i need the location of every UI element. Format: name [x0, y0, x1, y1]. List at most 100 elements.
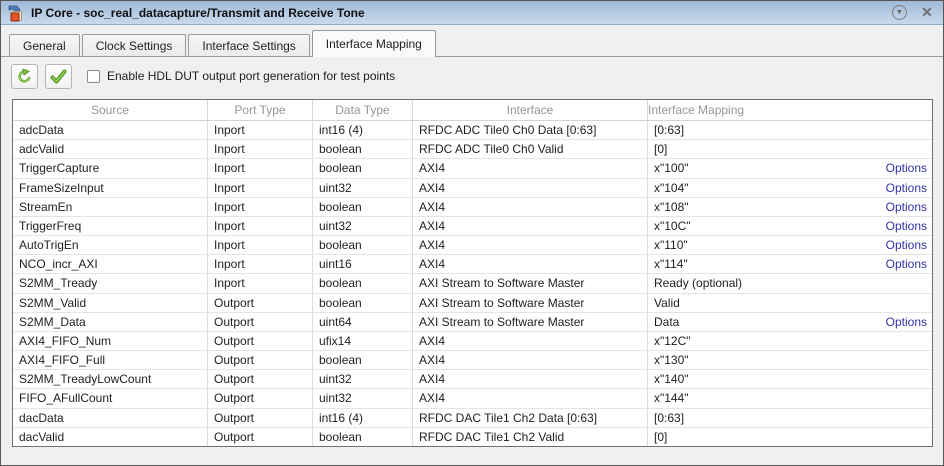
- cell-interface: AXI4: [413, 198, 648, 216]
- options-link[interactable]: Options: [886, 219, 927, 233]
- tab-clock-settings[interactable]: Clock Settings: [82, 34, 187, 56]
- table-row[interactable]: adcValidInportbooleanRFDC ADC Tile0 Ch0 …: [13, 140, 932, 159]
- cell-port-type: Outport: [208, 332, 313, 350]
- cell-interface-mapping: x"10C"Options: [648, 217, 932, 235]
- cell-source: S2MM_Valid: [13, 294, 208, 312]
- mapping-value: x"114": [654, 257, 688, 271]
- cell-interface: AXI4: [413, 217, 648, 235]
- table-row[interactable]: StreamEnInportbooleanAXI4 x"108" Options: [13, 198, 932, 217]
- cell-interface: AXI4: [413, 179, 648, 197]
- cell-interface: AXI4: [413, 351, 648, 369]
- options-link[interactable]: Options: [886, 315, 927, 329]
- ip-core-icon: [7, 4, 25, 22]
- table-row[interactable]: AXI4_FIFO_NumOutportufix14AXI4x"12C": [13, 332, 932, 351]
- cell-data-type: ufix14: [313, 332, 413, 350]
- table-row[interactable]: FrameSizeInputInportuint32AXI4x"104"Opti…: [13, 179, 932, 198]
- options-link[interactable]: Options: [886, 257, 927, 271]
- mapping-value: x"144": [654, 391, 689, 405]
- cell-interface: RFDC DAC Tile1 Ch2 Data [0:63]: [413, 409, 648, 427]
- cell-source: AutoTrigEn: [13, 236, 208, 254]
- table-row[interactable]: dacValidOutportbooleanRFDC DAC Tile1 Ch2…: [13, 428, 932, 446]
- cell-interface: AXI Stream to Software Master: [413, 294, 648, 312]
- cell-port-type: Inport: [208, 236, 313, 254]
- ip-core-dialog: IP Core - soc_real_datacapture/Transmit …: [0, 0, 944, 466]
- cell-source: adcValid: [13, 140, 208, 158]
- mapping-value: Valid: [654, 296, 680, 310]
- cell-source: FIFO_AFullCount: [13, 389, 208, 407]
- cell-port-type: Inport: [208, 274, 313, 292]
- cell-port-type: Inport: [208, 217, 313, 235]
- cell-port-type: Outport: [208, 351, 313, 369]
- cell-interface: RFDC ADC Tile0 Ch0 Data [0:63]: [413, 121, 648, 139]
- table-row[interactable]: AXI4_FIFO_FullOutportbooleanAXI4x"130": [13, 351, 932, 370]
- table-row[interactable]: FIFO_AFullCountOutportuint32AXI4x"144": [13, 389, 932, 408]
- cell-interface: RFDC DAC Tile1 Ch2 Valid: [413, 428, 648, 446]
- mapping-value: [0]: [654, 142, 667, 156]
- cell-data-type: boolean: [313, 294, 413, 312]
- cell-port-type: Outport: [208, 409, 313, 427]
- table-row[interactable]: S2MM_DataOutportuint64AXI Stream to Soft…: [13, 313, 932, 332]
- table-row[interactable]: dacDataOutportint16 (4)RFDC DAC Tile1 Ch…: [13, 409, 932, 428]
- cell-port-type: Inport: [208, 140, 313, 158]
- cell-data-type: boolean: [313, 198, 413, 216]
- cell-data-type: uint32: [313, 179, 413, 197]
- cell-source: TriggerCapture: [13, 159, 208, 177]
- mapping-value: x"108": [654, 200, 689, 214]
- mapping-value: x"140": [654, 372, 689, 386]
- options-link[interactable]: Options: [886, 238, 927, 252]
- column-header-data-type[interactable]: Data Type: [313, 100, 413, 120]
- table-row[interactable]: S2MM_TreadyLowCountOutportuint32AXI4x"14…: [13, 370, 932, 389]
- close-icon[interactable]: ✕: [919, 5, 935, 21]
- refresh-button[interactable]: [11, 64, 38, 89]
- table-row[interactable]: NCO_incr_AXIInportuint16AXI4x"114"Option…: [13, 255, 932, 274]
- mapping-value: Data: [654, 315, 679, 329]
- cell-interface: AXI4: [413, 255, 648, 273]
- validate-button[interactable]: [45, 64, 72, 89]
- cell-port-type: Inport: [208, 198, 313, 216]
- cell-interface-mapping: [0]: [648, 140, 932, 158]
- cell-source: FrameSizeInput: [13, 179, 208, 197]
- column-header-interface[interactable]: Interface: [413, 100, 648, 120]
- checkmark-icon: [50, 68, 67, 85]
- cell-source: AXI4_FIFO_Num: [13, 332, 208, 350]
- column-header-source[interactable]: Source: [13, 100, 208, 120]
- tab-interface-settings[interactable]: Interface Settings: [188, 34, 309, 56]
- column-header-port-type[interactable]: Port Type: [208, 100, 313, 120]
- titlebar: IP Core - soc_real_datacapture/Transmit …: [1, 1, 943, 25]
- cell-data-type: boolean: [313, 274, 413, 292]
- table-row[interactable]: AutoTrigEnInportbooleanAXI4x"110"Options: [13, 236, 932, 255]
- table-row[interactable]: S2MM_TreadyInportbooleanAXI Stream to So…: [13, 274, 932, 293]
- cell-data-type: uint64: [313, 313, 413, 331]
- options-link[interactable]: Options: [886, 161, 927, 175]
- interface-mapping-table: Source Port Type Data Type Interface Int…: [12, 99, 933, 447]
- cell-interface-mapping: x"130": [648, 351, 932, 369]
- table-row[interactable]: S2MM_ValidOutportbooleanAXI Stream to So…: [13, 294, 932, 313]
- testpoint-checkbox-label: Enable HDL DUT output port generation fo…: [107, 69, 395, 83]
- cell-data-type: uint32: [313, 370, 413, 388]
- options-link[interactable]: Options: [886, 200, 927, 214]
- tab-general[interactable]: General: [9, 34, 80, 56]
- cell-data-type: uint16: [313, 255, 413, 273]
- cell-interface-mapping: x"100" Options: [648, 159, 932, 177]
- cell-interface: AXI Stream to Software Master: [413, 274, 648, 292]
- collapse-icon[interactable]: ▼: [892, 5, 907, 20]
- tab-interface-mapping[interactable]: Interface Mapping: [312, 30, 436, 57]
- options-link[interactable]: Options: [886, 181, 927, 195]
- cell-interface: AXI4: [413, 389, 648, 407]
- cell-interface: AXI4: [413, 370, 648, 388]
- cell-source: S2MM_TreadyLowCount: [13, 370, 208, 388]
- cell-port-type: Inport: [208, 255, 313, 273]
- table-row[interactable]: adcDataInportint16 (4)RFDC ADC Tile0 Ch0…: [13, 121, 932, 140]
- mapping-value: x"100": [654, 161, 689, 175]
- table-row[interactable]: TriggerCaptureInportbooleanAXI4x"100"Opt…: [13, 159, 932, 178]
- cell-interface-mapping: x"144": [648, 389, 932, 407]
- testpoint-checkbox[interactable]: [87, 70, 100, 83]
- mapping-value: Ready (optional): [654, 276, 742, 290]
- cell-source: dacValid: [13, 428, 208, 446]
- cell-data-type: boolean: [313, 351, 413, 369]
- column-header-interface-mapping[interactable]: Interface Mapping: [648, 100, 932, 120]
- cell-source: StreamEn: [13, 198, 208, 216]
- table-row[interactable]: TriggerFreqInportuint32AXI4x"10C"Options: [13, 217, 932, 236]
- cell-interface-mapping: x"108" Options: [648, 198, 932, 216]
- cell-data-type: boolean: [313, 159, 413, 177]
